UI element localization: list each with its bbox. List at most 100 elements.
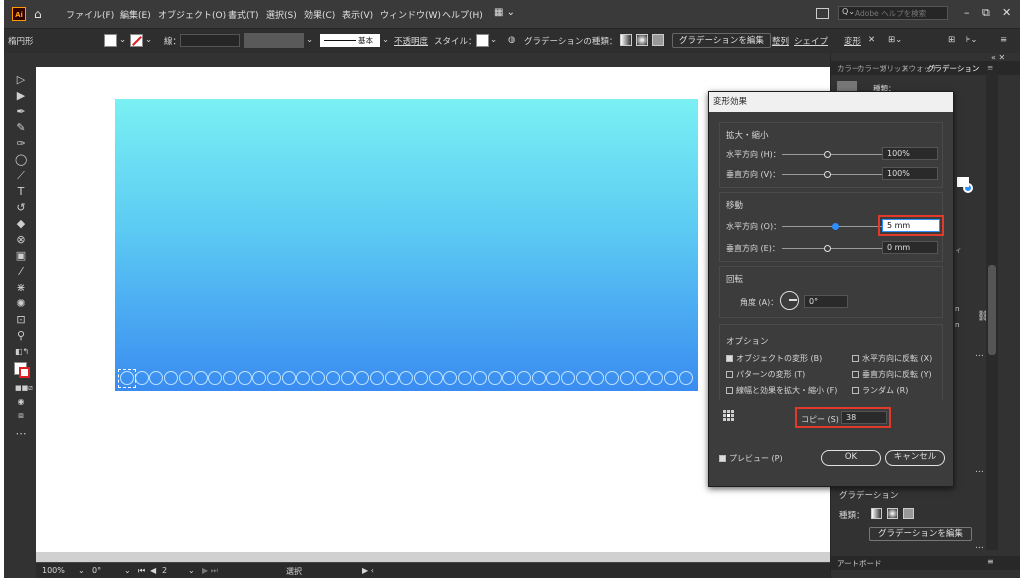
panel-freeform-icon[interactable]: [903, 508, 914, 519]
screen-mode-icon[interactable]: ⧈: [15, 410, 27, 422]
gradient-rectangle[interactable]: [115, 99, 698, 391]
menu-lines-icon[interactable]: ≡: [1000, 35, 1007, 45]
panel-scroll-thumb[interactable]: [988, 265, 996, 355]
paintbrush-tool-icon[interactable]: ⟋: [15, 170, 27, 182]
align-label[interactable]: 整列: [772, 35, 789, 47]
rotation-dropdown-icon[interactable]: ⌄: [124, 566, 131, 575]
menu-object[interactable]: オブジェクト(O): [158, 8, 226, 21]
v-move-slider-knob[interactable]: [824, 245, 831, 252]
h-scale-input[interactable]: 100%: [882, 147, 938, 160]
panel-linear-icon[interactable]: [871, 508, 882, 519]
menu-file[interactable]: ファイル(F): [66, 8, 114, 21]
scale-strokes-checkbox[interactable]: 線幅と効果を拡大・縮小 (F): [726, 385, 837, 396]
style-dropdown-icon[interactable]: ⌄: [490, 35, 497, 45]
panel-grid-icon[interactable]: ⊞: [948, 35, 955, 45]
menu-select[interactable]: 選択(S): [266, 8, 297, 21]
profile-dropdown-icon[interactable]: ⌄: [306, 35, 313, 45]
rotation-value[interactable]: 0°: [92, 566, 101, 575]
brush-definition[interactable]: 基本: [320, 34, 380, 47]
h-scale-slider-track[interactable]: [782, 154, 882, 155]
v-scale-input[interactable]: 100%: [882, 167, 938, 180]
isolate-icon[interactable]: ✕: [868, 35, 875, 45]
reflect-y-checkbox[interactable]: 垂直方向に反転 (Y): [852, 369, 932, 380]
opacity-label[interactable]: 不透明度: [394, 35, 428, 47]
angle-dial-icon[interactable]: [780, 291, 799, 310]
arrange-icon[interactable]: ⊧⌄: [966, 35, 978, 45]
circle-row[interactable]: [116, 371, 696, 387]
menu-view[interactable]: 表示(V): [342, 8, 373, 21]
anchor-tool-icon[interactable]: ✑: [15, 138, 27, 150]
tab-gradient[interactable]: グラデーション: [927, 63, 979, 74]
artboard-tool-icon[interactable]: ⊡: [15, 314, 27, 326]
menu-type[interactable]: 書式(T): [228, 8, 259, 21]
reflect-x-checkbox[interactable]: 水平方向に反転 (X): [852, 353, 932, 364]
brush-dropdown-icon[interactable]: ⌄: [382, 35, 389, 45]
gradient-swatch-white[interactable]: [957, 177, 969, 187]
transform-label[interactable]: 変形: [844, 35, 861, 47]
variable-width-profile[interactable]: [244, 33, 304, 48]
v-move-slider-track[interactable]: [782, 248, 882, 249]
swap-colors-icon[interactable]: ◧↰: [15, 346, 29, 358]
transform-patterns-checkbox[interactable]: パターンの変形 (T): [726, 369, 805, 380]
symbol-tool-icon[interactable]: ✺: [15, 298, 27, 310]
maximize-button[interactable]: ⧉: [982, 6, 990, 20]
draw-mode-icon[interactable]: ◉: [15, 396, 27, 408]
ellipse-tool-icon[interactable]: ◯: [15, 154, 27, 166]
dialog-title[interactable]: 変形効果: [709, 92, 953, 112]
zoom-tool-icon[interactable]: ⚲: [15, 330, 27, 342]
arrange-docs-icon[interactable]: [816, 8, 829, 19]
search-box[interactable]: Q⌄ Adobe ヘルプを検索: [838, 6, 948, 20]
fill-dropdown-icon[interactable]: ⌄: [119, 35, 126, 45]
snap-options-icon[interactable]: ⊞⌄: [888, 35, 902, 45]
direct-selection-tool-icon[interactable]: ▶: [15, 90, 27, 102]
cancel-button[interactable]: キャンセル: [885, 450, 945, 466]
preview-checkbox[interactable]: プレビュー (P): [719, 453, 783, 464]
stroke-weight-stepper[interactable]: [180, 34, 240, 47]
angle-input[interactable]: 0°: [804, 295, 848, 308]
linear-gradient-icon[interactable]: [620, 34, 632, 46]
pen-tool-icon[interactable]: ✒: [15, 106, 27, 118]
more-options-icon-2[interactable]: ⋯: [975, 467, 984, 477]
edit-gradient-button[interactable]: グラデーションを編集: [672, 33, 771, 48]
more-options-icon-3[interactable]: ⋯: [975, 543, 984, 553]
eyedropper-tool-icon[interactable]: ⁄: [15, 266, 27, 278]
curvature-tool-icon[interactable]: ✎: [15, 122, 27, 134]
next-artboard-icon[interactable]: ▶ ⏭: [202, 566, 218, 576]
reference-point-icon[interactable]: [723, 410, 735, 422]
transform-objects-checkbox[interactable]: オブジェクトの変形 (B): [726, 353, 822, 364]
first-artboard-icon[interactable]: ⏮: [138, 566, 145, 576]
v-move-input[interactable]: 0 mm: [882, 241, 938, 254]
close-button[interactable]: ✕: [1002, 6, 1011, 19]
stroke-label[interactable]: 線：: [164, 35, 181, 47]
status-arrow-icon[interactable]: ▶ ‹: [362, 566, 374, 575]
color-mode-icon[interactable]: ■■⧄: [15, 382, 33, 394]
panel-edit-gradient-button[interactable]: グラデーションを編集: [869, 527, 972, 541]
menu-effect[interactable]: 効果(C): [304, 8, 335, 21]
shape-builder-tool-icon[interactable]: ▣: [15, 250, 27, 262]
horizontal-scrollbar[interactable]: [36, 552, 830, 562]
random-checkbox[interactable]: ランダム (R): [852, 385, 908, 396]
v-scale-slider-track[interactable]: [782, 174, 882, 175]
panel-vertical-scrollbar[interactable]: [986, 70, 998, 550]
h-scale-slider-knob[interactable]: [824, 151, 831, 158]
zoom-level[interactable]: 100%: [42, 566, 65, 575]
menu-edit[interactable]: 編集(E): [120, 8, 151, 21]
selection-tool-icon[interactable]: ▷: [15, 74, 27, 86]
eraser-tool-icon[interactable]: ◆: [15, 218, 27, 230]
menu-window[interactable]: ウィンドウ(W): [380, 8, 441, 21]
artboard-number[interactable]: 2: [162, 566, 167, 575]
h-move-slider-knob[interactable]: [832, 223, 839, 230]
side-tab-label[interactable]: ィ: [955, 245, 962, 255]
fill-stroke-indicator[interactable]: [14, 362, 30, 378]
graphic-style-swatch[interactable]: [476, 34, 489, 47]
zoom-dropdown-icon[interactable]: ⌄: [78, 566, 85, 575]
menu-help[interactable]: ヘルプ(H): [442, 8, 483, 21]
radial-gradient-icon[interactable]: [636, 34, 648, 46]
gradient-thumbnail[interactable]: [837, 81, 857, 91]
recolor-icon[interactable]: ◍: [508, 35, 515, 45]
v-scale-slider-knob[interactable]: [824, 171, 831, 178]
warp-tool-icon[interactable]: ⊗: [15, 234, 27, 246]
rotate-tool-icon[interactable]: ↺: [15, 202, 27, 214]
prev-artboard-icon[interactable]: ◀: [150, 566, 156, 575]
minimize-button[interactable]: –: [964, 6, 970, 19]
